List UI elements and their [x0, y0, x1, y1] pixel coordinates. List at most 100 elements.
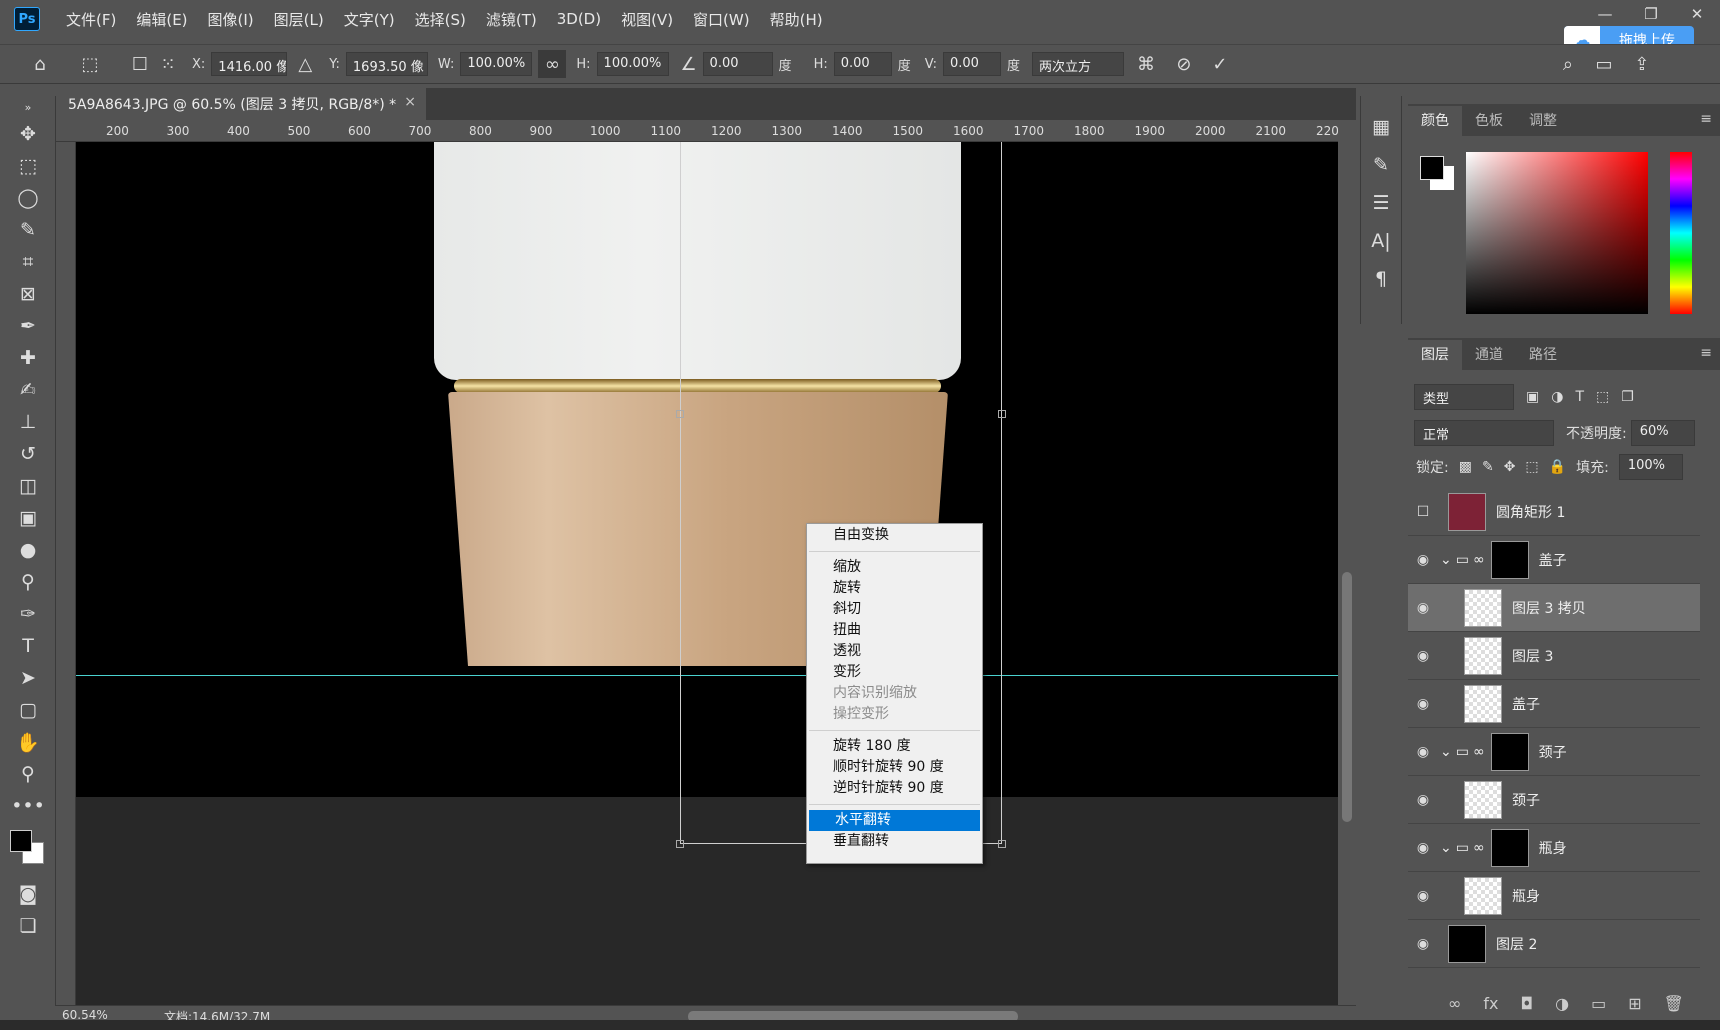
- menu-image[interactable]: 图像(I): [198, 9, 264, 30]
- opacity-field[interactable]: 60%: [1630, 420, 1695, 446]
- marquee-tool-icon[interactable]: ⬚: [0, 150, 56, 182]
- menu-filter[interactable]: 滤镜(T): [476, 9, 547, 30]
- menu-type[interactable]: 文字(Y): [334, 9, 405, 30]
- fx-icon[interactable]: fx: [1483, 994, 1498, 1013]
- eye-icon[interactable]: ◉: [1408, 648, 1438, 664]
- lock-position-icon[interactable]: ✥: [1504, 459, 1516, 475]
- filter-adjustment-icon[interactable]: ◑: [1551, 389, 1563, 405]
- eyedropper-tool-icon[interactable]: ✒: [0, 310, 56, 342]
- libraries-icon[interactable]: ▦: [1361, 108, 1401, 146]
- add-mask-icon[interactable]: ◘: [1520, 994, 1533, 1013]
- menu-rotate-180[interactable]: 旋转 180 度: [807, 736, 982, 757]
- tab-layers[interactable]: 图层: [1408, 340, 1462, 370]
- lock-transparent-icon[interactable]: ▩: [1459, 459, 1472, 475]
- more-tools-icon[interactable]: •••: [0, 790, 56, 822]
- home-icon[interactable]: ⌂: [26, 50, 54, 78]
- character-icon[interactable]: A|: [1361, 222, 1401, 260]
- vertical-scrollbar[interactable]: [1338, 120, 1356, 1005]
- eye-icon[interactable]: ◉: [1408, 552, 1438, 568]
- collapse-icon[interactable]: »: [0, 96, 56, 118]
- type-tool-icon[interactable]: T: [0, 630, 56, 662]
- menu-scale[interactable]: 缩放: [807, 557, 982, 578]
- menu-layer[interactable]: 图层(L): [264, 9, 334, 30]
- quick-select-tool-icon[interactable]: ✎: [0, 214, 56, 246]
- filter-type-icon[interactable]: T: [1575, 389, 1584, 405]
- menu-flip-horizontal[interactable]: 水平翻转: [809, 810, 980, 831]
- panel-menu-icon[interactable]: ≡: [1700, 111, 1712, 127]
- new-group-icon[interactable]: ▭: [1591, 994, 1606, 1013]
- brush-tool-icon[interactable]: ✍: [0, 374, 56, 406]
- adjustment-layer-icon[interactable]: ◑: [1555, 994, 1569, 1013]
- foreground-color[interactable]: [10, 830, 32, 852]
- blur-tool-icon[interactable]: ●: [0, 534, 56, 566]
- panel-menu-icon[interactable]: ≡: [1700, 345, 1712, 361]
- layer-row[interactable]: ◉ 盖子: [1408, 680, 1700, 728]
- shape-tool-icon[interactable]: ▢: [0, 694, 56, 726]
- visibility-toggle[interactable]: ☐: [1408, 504, 1438, 520]
- layer-row[interactable]: ◉ 颈子: [1408, 776, 1700, 824]
- path-select-tool-icon[interactable]: ➤: [0, 662, 56, 694]
- color-picker-field[interactable]: [1466, 152, 1648, 314]
- document-tab[interactable]: 5A9A8643.JPG @ 60.5% (图层 3 拷贝, RGB/8*) *…: [56, 88, 426, 120]
- close-icon[interactable]: ✕: [1674, 0, 1720, 28]
- quick-mask-icon[interactable]: ◙: [0, 878, 56, 910]
- new-layer-icon[interactable]: ⊞: [1628, 994, 1641, 1013]
- canvas[interactable]: [76, 142, 1338, 1005]
- brush-settings-icon[interactable]: ✎: [1361, 146, 1401, 184]
- chevron-down-icon[interactable]: ⌄: [1440, 744, 1452, 760]
- layer-row[interactable]: ☐ 圆角矩形 1: [1408, 488, 1700, 536]
- tab-adjustments[interactable]: 调整: [1516, 106, 1570, 136]
- zoom-tool-icon[interactable]: ⚲: [0, 758, 56, 790]
- frame-tool-icon[interactable]: ⊠: [0, 278, 56, 310]
- share-icon[interactable]: ⇪: [1628, 50, 1656, 78]
- menu-3d[interactable]: 3D(D): [547, 10, 611, 28]
- commit-transform-icon[interactable]: ✓: [1206, 50, 1234, 78]
- hand-tool-icon[interactable]: ✋: [0, 726, 56, 758]
- x-field[interactable]: 1416.00 像: [211, 52, 288, 76]
- eye-icon[interactable]: ◉: [1408, 696, 1438, 712]
- lock-pixels-icon[interactable]: ✎: [1482, 459, 1494, 475]
- crop-tool-icon[interactable]: ⌗: [0, 246, 56, 278]
- layer-filter-select[interactable]: 类型: [1414, 384, 1514, 410]
- fill-field[interactable]: 100%: [1618, 454, 1683, 480]
- screen-mode-icon[interactable]: ❏: [0, 910, 56, 942]
- transform-icon[interactable]: ⬚: [76, 50, 104, 78]
- pen-tool-icon[interactable]: ✑: [0, 598, 56, 630]
- menu-rotate[interactable]: 旋转: [807, 578, 982, 599]
- layer-group-row[interactable]: ◉ ⌄ ▭ ∞ 颈子: [1408, 728, 1700, 776]
- layer-row-selected[interactable]: ◉ 图层 3 拷贝: [1408, 584, 1700, 632]
- move-tool-icon[interactable]: ✥: [0, 118, 56, 150]
- transform-handle[interactable]: [998, 840, 1006, 848]
- menu-rotate-cw[interactable]: 顺时针旋转 90 度: [807, 757, 982, 778]
- y-field[interactable]: 1693.50 像: [345, 52, 428, 76]
- menu-free-transform[interactable]: 自由变换: [807, 525, 982, 546]
- eye-icon[interactable]: ◉: [1408, 792, 1438, 808]
- filter-image-icon[interactable]: ▣: [1526, 389, 1539, 405]
- h-field[interactable]: 100.00%: [596, 52, 669, 76]
- lock-all-icon[interactable]: 🔒: [1549, 459, 1566, 475]
- eye-icon[interactable]: ◉: [1408, 600, 1438, 616]
- menu-flip-vertical[interactable]: 垂直翻转: [807, 831, 982, 852]
- filter-smart-icon[interactable]: ❐: [1621, 389, 1634, 405]
- layer-row[interactable]: ◉ 图层 3: [1408, 632, 1700, 680]
- link-layers-icon[interactable]: ∞: [1448, 994, 1461, 1013]
- search-icon[interactable]: ⌕: [1554, 50, 1582, 78]
- transform-handle[interactable]: [676, 410, 684, 418]
- layer-group-row[interactable]: ◉ ⌄ ▭ ∞ 瓶身: [1408, 824, 1700, 872]
- chevron-down-icon[interactable]: ⌄: [1440, 840, 1452, 856]
- menu-perspective[interactable]: 透视: [807, 641, 982, 662]
- hue-slider[interactable]: [1670, 152, 1692, 314]
- menu-view[interactable]: 视图(V): [611, 9, 683, 30]
- reference-point-checkbox[interactable]: ☐: [126, 50, 154, 78]
- transform-handle[interactable]: [676, 840, 684, 848]
- workspace-icon[interactable]: ▭: [1590, 50, 1618, 78]
- scroll-thumb[interactable]: [1342, 572, 1352, 822]
- eraser-tool-icon[interactable]: ◫: [0, 470, 56, 502]
- menu-select[interactable]: 选择(S): [405, 9, 476, 30]
- menu-warp[interactable]: 变形: [807, 662, 982, 683]
- cancel-transform-icon[interactable]: ⊘: [1170, 50, 1198, 78]
- menu-window[interactable]: 窗口(W): [683, 9, 760, 30]
- lock-artboard-icon[interactable]: ⬚: [1525, 459, 1538, 475]
- menu-edit[interactable]: 编辑(E): [126, 9, 197, 30]
- transform-handle[interactable]: [998, 410, 1006, 418]
